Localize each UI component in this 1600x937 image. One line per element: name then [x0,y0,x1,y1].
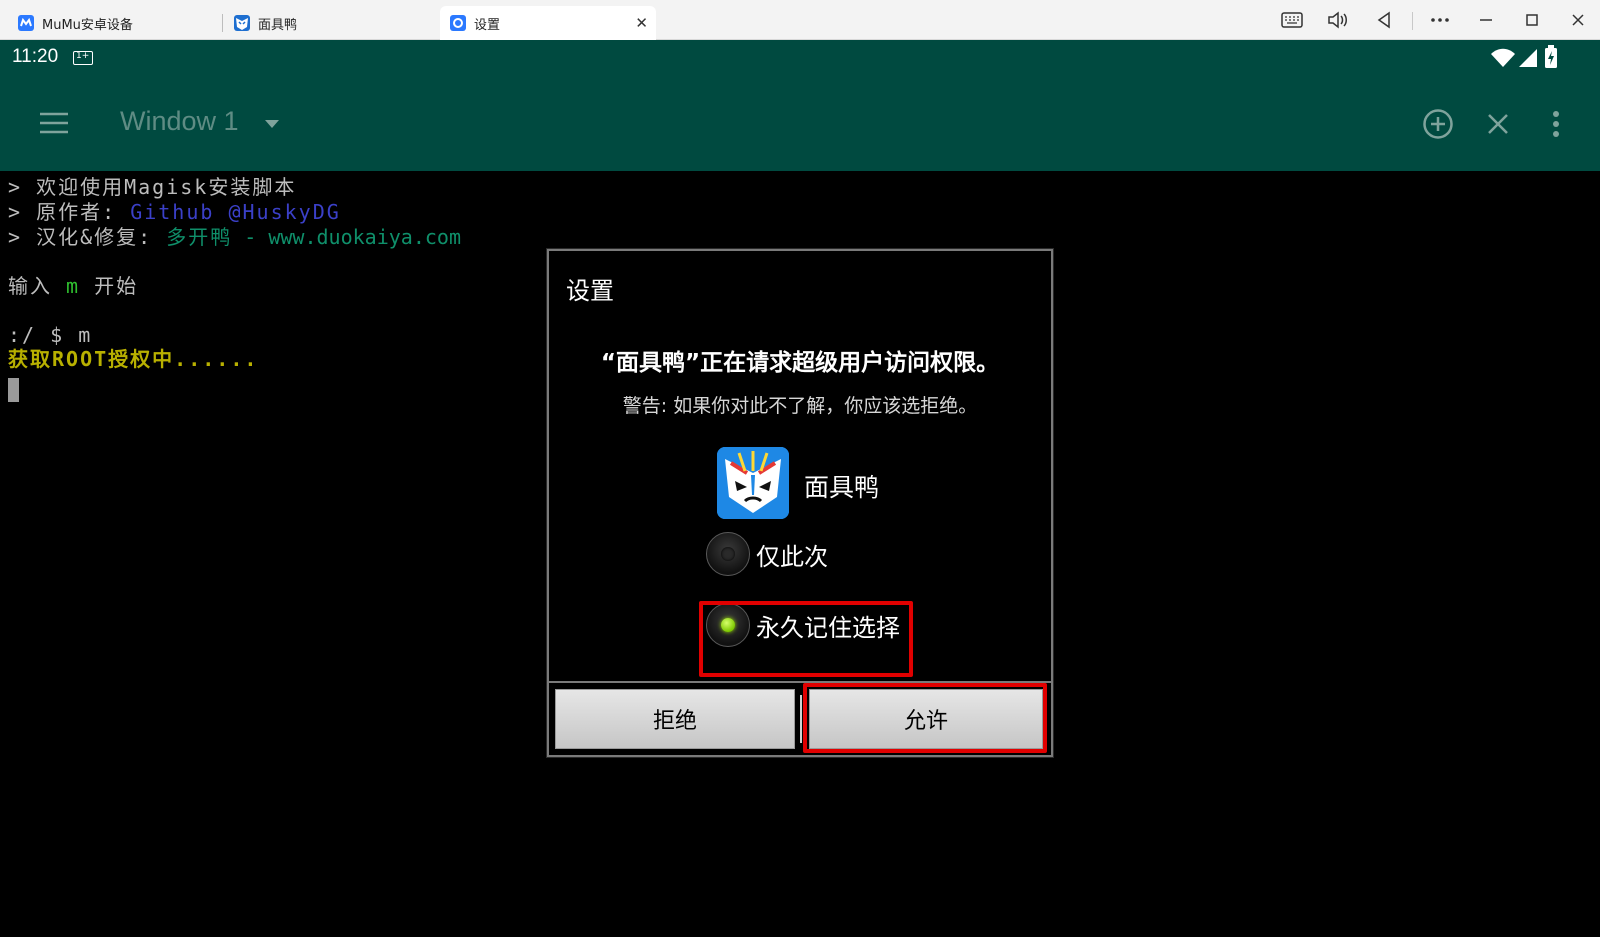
status-time: 11:20 [12,46,59,67]
close-window-icon[interactable] [1487,113,1509,135]
back-icon[interactable] [1370,9,1398,31]
add-window-icon[interactable] [1422,108,1454,140]
battery-icon [1545,45,1557,68]
dialog-title: 设置 [566,277,614,305]
maximize-icon[interactable] [1518,9,1546,31]
tab-label: 设置 [474,17,501,33]
mask-duck-icon [234,15,250,31]
android-status-bar: 11:20 1+ [0,40,1600,77]
author-link: Github @HuskyDG [130,200,341,224]
menu-icon[interactable] [39,111,69,135]
deny-button[interactable]: 拒绝 [555,689,795,749]
dialog-warning: 警告: 如果你对此不了解，你应该选拒绝。 [622,395,978,417]
tab-mumu-device[interactable]: MuMu安卓设备 [8,6,228,40]
sim-indicator-icon: 1+ [73,51,93,65]
signal-icon [1519,49,1537,67]
start-key: m [66,274,81,298]
wifi-icon [1491,48,1515,67]
tab-label: 面具鸭 [258,17,298,33]
option-label: 仅此次 [756,542,828,571]
highlight-box [699,601,913,677]
chevron-down-icon[interactable] [264,119,280,129]
radio-indicator [721,547,735,561]
superuser-request-dialog: 设置 “面具鸭”正在请求超级用户访问权限。 警告: 如果你对此不了解，你应该选拒… [547,249,1053,757]
close-tab-icon[interactable]: ✕ [635,14,648,32]
overflow-menu-icon[interactable] [1552,110,1560,138]
keyboard-icon[interactable] [1278,9,1306,31]
terminal-line: > 汉化&修复: 多开鸭 - www.duokaiya.com [8,225,461,249]
app-toolbar: Window 1 [0,77,1600,171]
dialog-message: “面具鸭”正在请求超级用户访问权限。 [600,350,1000,376]
radio-button[interactable] [706,532,750,576]
highlight-box [803,683,1047,753]
tab-settings[interactable]: 设置 ✕ [440,6,656,40]
dialog-button-bar: 拒绝 允许 [549,681,1051,757]
app-name: 面具鸭 [804,473,880,502]
terminal-cursor [8,378,19,402]
minimize-icon[interactable] [1472,9,1500,31]
terminal-prompt-line: 输入 m 开始 [8,274,139,298]
sim-label: 1+ [76,51,90,61]
terminal-status: 获取ROOT授权中...... [8,347,259,371]
more-icon[interactable] [1426,9,1454,31]
tab-label: MuMu安卓设备 [42,17,133,33]
close-icon[interactable] [1564,9,1592,31]
translator-name: 多开鸭 [166,225,233,249]
window-title[interactable]: Window 1 [120,106,239,137]
tab-mask-duck[interactable]: 面具鸭 [228,6,434,40]
app-icon [717,447,789,519]
terminal-command: :/ $ m [8,323,93,347]
volume-icon[interactable] [1324,9,1352,31]
option-once[interactable]: 仅此次 [706,529,828,579]
button-divider [800,695,802,743]
control-divider [1412,12,1413,30]
website-link: - www.duokaiya.com [232,225,461,249]
mumu-icon [18,15,34,31]
emulator-tab-bar: MuMu安卓设备 面具鸭 设置 ✕ [0,0,1600,40]
settings-icon [450,15,466,31]
terminal-line: > 原作者: Github @HuskyDG [8,200,341,224]
terminal-line: > 欢迎使用Magisk安装脚本 [8,175,297,199]
tab-divider [222,14,223,32]
